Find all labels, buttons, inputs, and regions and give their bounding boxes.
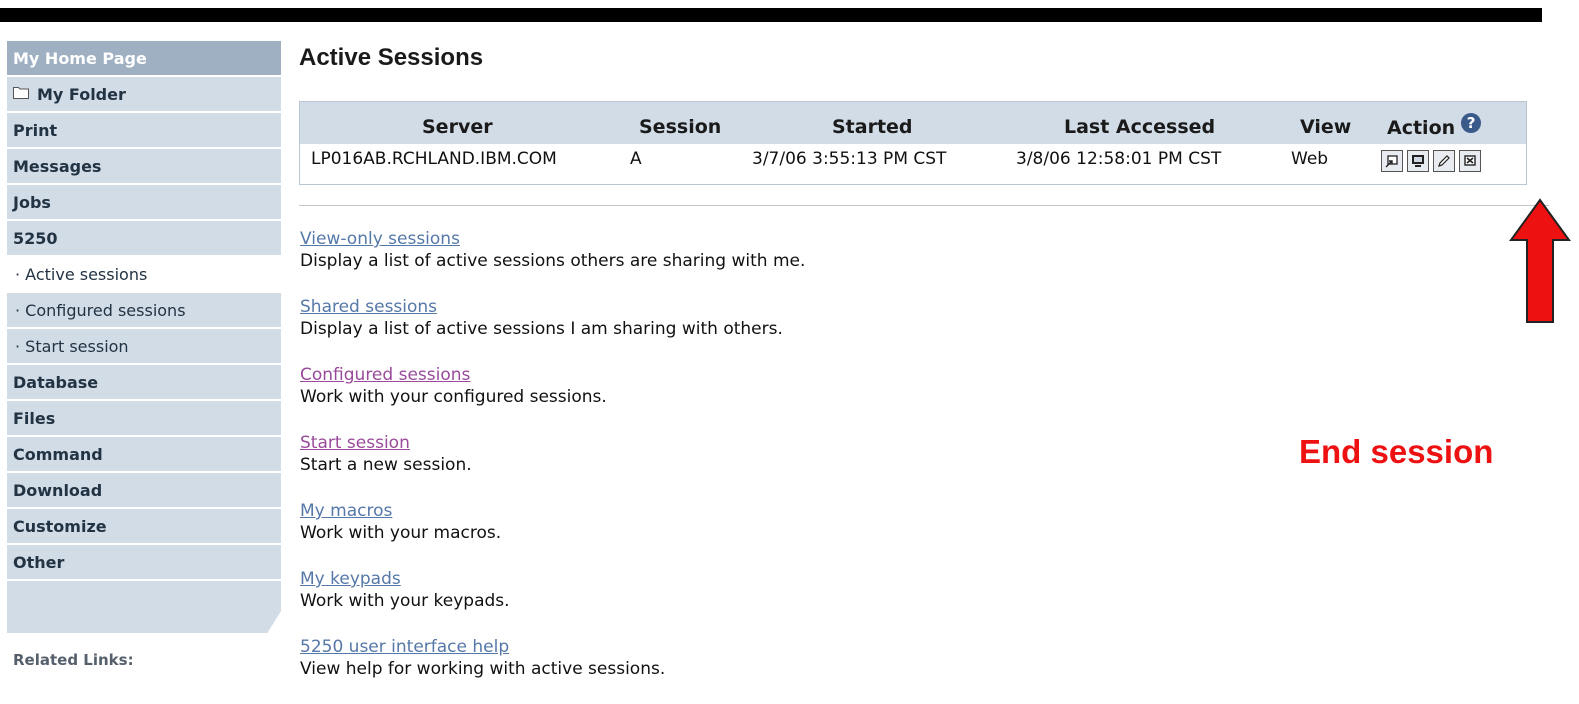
list-item: Start session Start a new session.: [300, 432, 805, 500]
link-description: Work with your macros.: [300, 523, 502, 543]
sidebar-item-5250[interactable]: 5250: [7, 221, 281, 257]
red-arrow-annotation: [1509, 198, 1571, 323]
end-session-annotation-label: End session: [1299, 433, 1494, 470]
column-header-action-label: Action: [1387, 117, 1456, 139]
sidebar-nav: My Home Page My Folder Print Messages Jo…: [7, 41, 281, 669]
list-item: My keypads Work with your keypads.: [300, 568, 805, 636]
column-header-server: Server: [422, 116, 493, 138]
edit-session-button[interactable]: [1433, 150, 1455, 172]
list-item: View-only sessions Display a list of act…: [300, 228, 805, 296]
folder-icon: [13, 76, 29, 112]
cell-started: 3/7/06 3:55:13 PM CST: [752, 149, 947, 169]
link-description: Work with your keypads.: [300, 591, 510, 611]
sidebar-item-other[interactable]: Other: [7, 545, 281, 581]
sessions-table: Server Session Started Last Accessed Vie…: [299, 101, 1527, 185]
column-header-last-accessed: Last Accessed: [1064, 116, 1216, 138]
sidebar-subitem-active-sessions[interactable]: · Active sessions: [7, 257, 281, 293]
divider: [299, 205, 1549, 206]
column-header-started: Started: [832, 116, 913, 138]
column-header-view: View: [1300, 116, 1352, 138]
link-start-session[interactable]: Start session: [300, 432, 805, 454]
cell-view: Web: [1291, 149, 1329, 169]
related-links-heading: Related Links:: [13, 651, 134, 669]
link-shared-sessions[interactable]: Shared sessions: [300, 296, 805, 318]
sidebar-subitem-configured-sessions[interactable]: · Configured sessions: [7, 293, 281, 329]
link-description: Display a list of active sessions I am s…: [300, 319, 783, 339]
list-item: Shared sessions Display a list of active…: [300, 296, 805, 364]
sidebar-item-files[interactable]: Files: [7, 401, 281, 437]
column-header-session: Session: [639, 116, 722, 138]
list-item: 5250 user interface help View help for w…: [300, 636, 805, 704]
link-configured-sessions[interactable]: Configured sessions: [300, 364, 805, 386]
sidebar-item-messages[interactable]: Messages: [7, 149, 281, 185]
table-header: Server Session Started Last Accessed Vie…: [300, 102, 1526, 144]
sidebar-item-download[interactable]: Download: [7, 473, 281, 509]
link-description: View help for working with active sessio…: [300, 659, 666, 679]
sidebar-footer-panel: [7, 581, 281, 633]
link-description: Start a new session.: [300, 455, 472, 475]
page-title: Active Sessions: [299, 44, 484, 71]
top-black-bar: [0, 8, 1542, 22]
sidebar-item-customize[interactable]: Customize: [7, 509, 281, 545]
link-my-macros[interactable]: My macros: [300, 500, 805, 522]
link-description: Display a list of active sessions others…: [300, 251, 806, 271]
end-session-icon: [1464, 155, 1476, 166]
share-session-icon: [1385, 155, 1398, 168]
end-session-button[interactable]: [1459, 150, 1481, 172]
sidebar-item-label: My Folder: [37, 85, 126, 104]
column-header-action: Action?: [1387, 113, 1482, 139]
share-session-button[interactable]: [1381, 150, 1403, 172]
sidebar-item-my-folder[interactable]: My Folder: [7, 77, 281, 113]
link-description: Work with your configured sessions.: [300, 387, 607, 407]
cell-server: LP016AB.RCHLAND.IBM.COM: [311, 149, 557, 169]
list-item: Configured sessions Work with your confi…: [300, 364, 805, 432]
link-my-keypads[interactable]: My keypads: [300, 568, 805, 590]
display-session-icon: [1412, 155, 1424, 167]
list-item: My macros Work with your macros.: [300, 500, 805, 568]
link-5250-help[interactable]: 5250 user interface help: [300, 636, 805, 658]
sidebar-item-print[interactable]: Print: [7, 113, 281, 149]
related-tasks-list: View-only sessions Display a list of act…: [300, 228, 805, 704]
cell-last-accessed: 3/8/06 12:58:01 PM CST: [1016, 149, 1222, 169]
sidebar-item-jobs[interactable]: Jobs: [7, 185, 281, 221]
go-to-session-button[interactable]: [1407, 150, 1429, 172]
sidebar-item-my-home-page[interactable]: My Home Page: [7, 41, 281, 77]
link-view-only-sessions[interactable]: View-only sessions: [300, 228, 805, 250]
cell-session: A: [630, 149, 642, 169]
pencil-icon: [1438, 155, 1450, 167]
sidebar-subitem-start-session[interactable]: · Start session: [7, 329, 281, 365]
sidebar-item-command[interactable]: Command: [7, 437, 281, 473]
help-icon[interactable]: ?: [1461, 113, 1482, 133]
sidebar-item-database[interactable]: Database: [7, 365, 281, 401]
